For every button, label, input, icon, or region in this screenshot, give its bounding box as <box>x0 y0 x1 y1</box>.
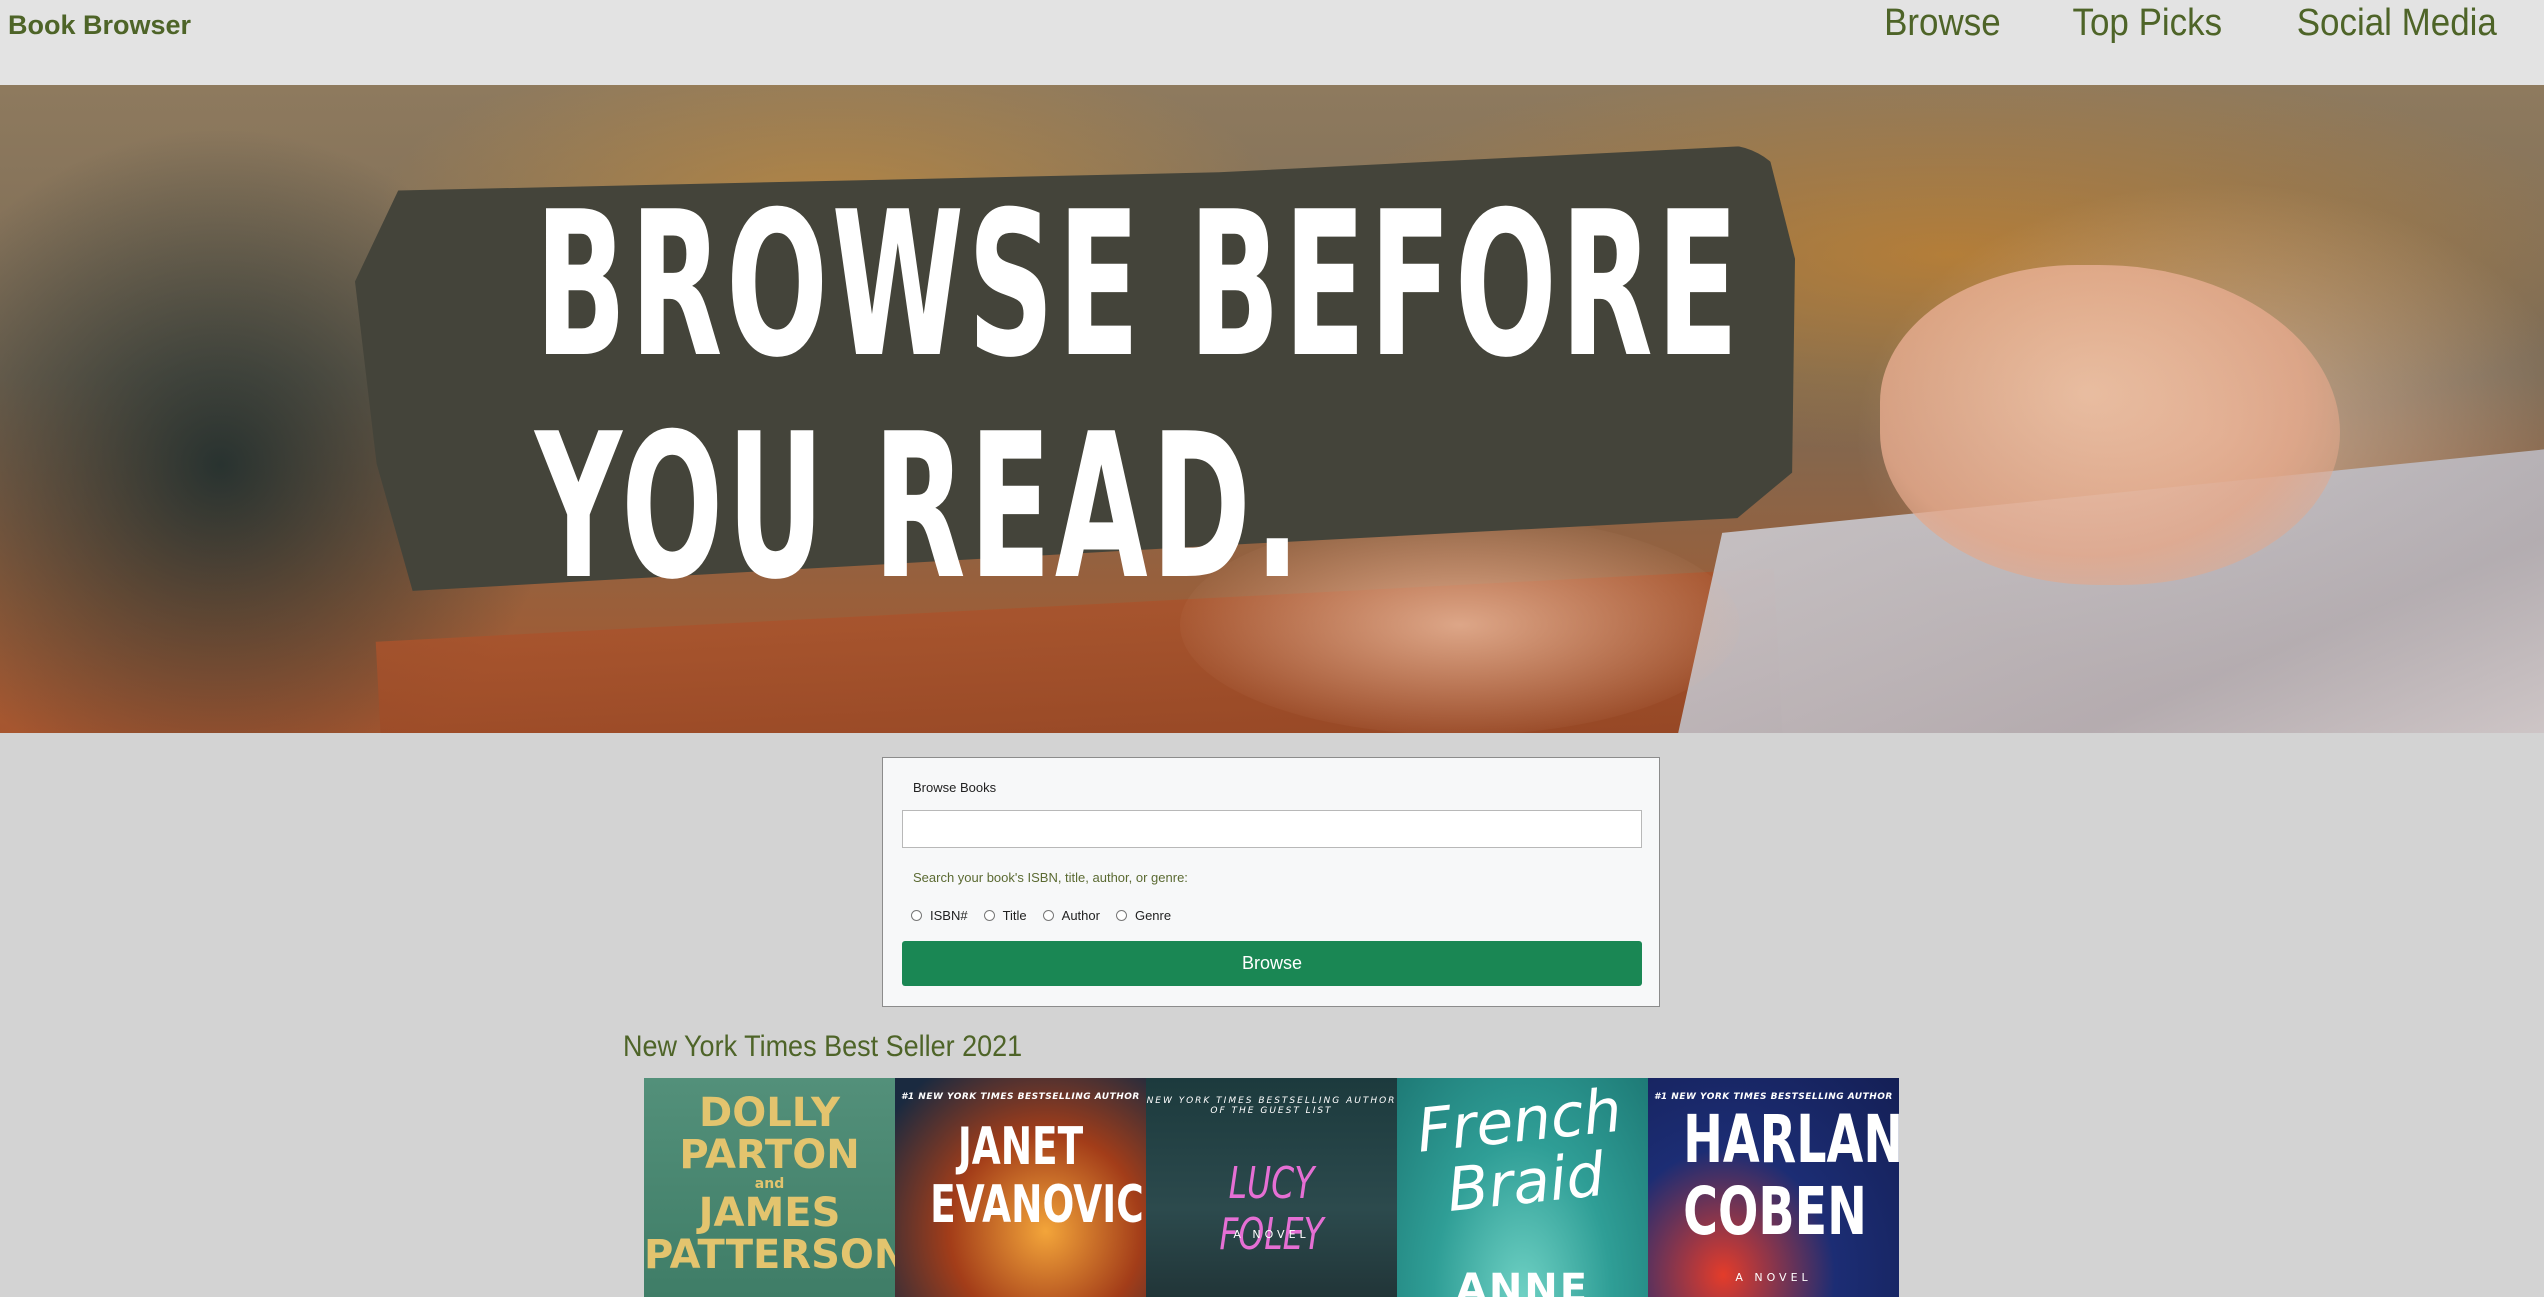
browse-form: Browse Books Search your book's ISBN, ti… <box>882 757 1660 1007</box>
book-cover-author: LUCY FOLEY <box>1219 1158 1324 1260</box>
hero-headline-line2: YOU READ. <box>535 391 1304 624</box>
nav-social-media[interactable]: Social Media <box>2297 0 2497 46</box>
book-cover-subtitle: A NOVEL <box>1233 1228 1310 1241</box>
cover-text: PARTON <box>679 1132 860 1178</box>
book-cover-author: DOLLY PARTON and JAMES PATTERSON <box>644 1092 895 1276</box>
radio-label-author: Author <box>1061 908 1100 923</box>
cover-text: DOLLY <box>699 1090 840 1136</box>
radio-label-genre: Genre <box>1134 908 1172 923</box>
hero-headline: BROWSE BEFORE YOU READ. <box>535 175 1742 619</box>
browse-form-title: Browse Books <box>913 780 997 795</box>
search-type-options: ISBN# Title Author Genre <box>911 908 1177 923</box>
book-cover-subtitle: A NOVEL <box>1735 1271 1812 1284</box>
search-input[interactable] <box>902 810 1642 848</box>
option-author[interactable]: Author <box>1042 908 1100 923</box>
radio-title[interactable] <box>983 910 995 921</box>
cover-text: HARLAN <box>1683 1101 1899 1178</box>
cover-text: COBEN <box>1683 1173 1867 1250</box>
radio-label-isbn: ISBN# <box>930 908 968 923</box>
book-carousel: DOLLY PARTON and JAMES PATTERSON #1 NEW … <box>644 1078 1899 1297</box>
radio-genre[interactable] <box>1115 910 1127 921</box>
book-cover[interactable]: DOLLY PARTON and JAMES PATTERSON <box>644 1078 895 1297</box>
cover-text: EVANOVICH <box>930 1175 1146 1235</box>
book-cover-author: ANNE <box>1455 1266 1590 1297</box>
book-cover-author: JANET EVANOVICH <box>930 1117 1146 1234</box>
nav-top-picks[interactable]: Top Picks <box>2072 0 2222 46</box>
cover-text: PATTERSON <box>644 1232 895 1278</box>
main-nav: Browse Top Picks Social Media <box>1879 0 2506 46</box>
cover-text: JANET <box>957 1117 1084 1177</box>
search-hint: Search your book's ISBN, title, author, … <box>913 870 1188 885</box>
option-genre[interactable]: Genre <box>1115 908 1172 923</box>
brand-logo[interactable]: Book Browser <box>8 10 191 41</box>
book-cover[interactable]: #1 NEW YORK TIMES BESTSELLING AUTHOR JAN… <box>895 1078 1146 1297</box>
best-seller-heading: New York Times Best Seller 2021 <box>623 1030 1023 1063</box>
book-cover-author: HARLAN COBEN <box>1683 1104 1899 1250</box>
option-isbn[interactable]: ISBN# <box>911 908 968 923</box>
radio-isbn[interactable] <box>911 910 922 921</box>
radio-author[interactable] <box>1042 910 1054 921</box>
hero-headline-line1: BROWSE BEFORE <box>535 169 1743 402</box>
top-navbar: Book Browser Browse Top Picks Social Med… <box>0 0 2544 85</box>
cover-text: Braid <box>1443 1139 1608 1226</box>
hero-banner: BROWSE BEFORE YOU READ. <box>0 85 2544 733</box>
hero-photo-hand <box>1880 265 2340 585</box>
option-title[interactable]: Title <box>983 908 1027 923</box>
book-cover[interactable]: NEW YORK TIMES BESTSELLING AUTHOR OF THE… <box>1146 1078 1397 1297</box>
browse-button[interactable]: Browse <box>902 941 1642 986</box>
book-cover[interactable]: #1 NEW YORK TIMES BESTSELLING AUTHOR HAR… <box>1648 1078 1899 1297</box>
book-cover[interactable]: French Braid ANNE <box>1397 1078 1648 1297</box>
cover-text: JAMES <box>698 1190 841 1236</box>
book-cover-tagline: #1 NEW YORK TIMES BESTSELLING AUTHOR <box>901 1092 1140 1102</box>
book-cover-title: French Braid <box>1397 1078 1648 1227</box>
nav-browse[interactable]: Browse <box>1884 0 2001 46</box>
radio-label-title: Title <box>1002 908 1027 923</box>
book-cover-tagline: NEW YORK TIMES BESTSELLING AUTHOR OF THE… <box>1146 1096 1397 1116</box>
